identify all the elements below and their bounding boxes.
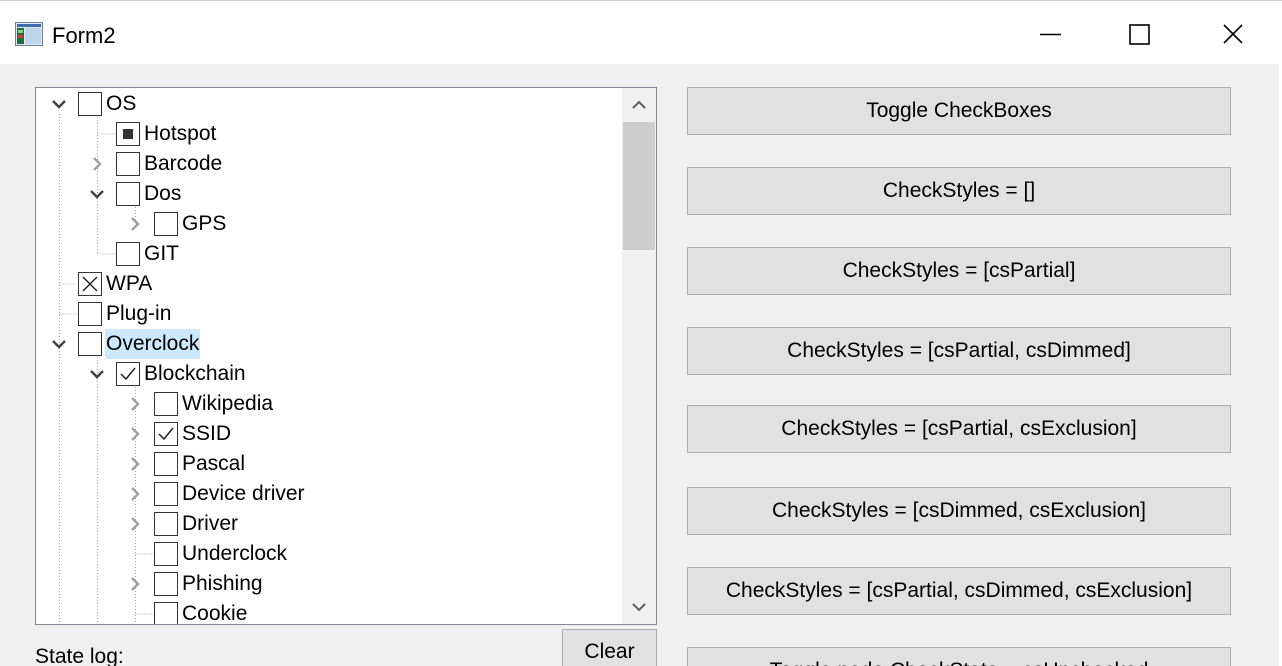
chevron-right-icon[interactable] [126, 569, 144, 599]
tree-node-label[interactable]: Dos [143, 179, 182, 209]
checkbox-excluded[interactable] [78, 272, 102, 296]
tree-node-label[interactable]: Hotspot [143, 119, 217, 149]
checkbox-unchecked[interactable] [154, 512, 178, 536]
tree-node-barcode[interactable]: Barcode [36, 149, 622, 179]
checkstyles-dimmed-exclusion-button[interactable]: CheckStyles = [csDimmed, csExclusion] [687, 487, 1231, 535]
scroll-up-button[interactable] [622, 88, 656, 122]
state-log-label: State log: [35, 645, 124, 666]
tree-node-phishing[interactable]: Phishing [36, 569, 622, 599]
chevron-right-icon[interactable] [126, 449, 144, 479]
window-title: Form2 [52, 23, 116, 48]
tree-node-device-driver[interactable]: Device driver [36, 479, 622, 509]
tree-node-label[interactable]: Blockchain [143, 359, 247, 389]
tree-node-label[interactable]: Overclock [105, 329, 201, 359]
checkbox-unchecked[interactable] [78, 92, 102, 116]
tree-node-git[interactable]: GIT [36, 239, 622, 269]
scroll-down-button[interactable] [622, 590, 656, 624]
tree-node-dos[interactable]: Dos [36, 179, 622, 209]
tree-node-wpa[interactable]: WPA [36, 269, 622, 299]
tree-node-pascal[interactable]: Pascal [36, 449, 622, 479]
checkbox-unchecked[interactable] [116, 242, 140, 266]
chevron-right-icon[interactable] [126, 389, 144, 419]
checkbox-unchecked[interactable] [78, 302, 102, 326]
tree-node-os[interactable]: OS [36, 89, 622, 119]
title-bar[interactable]: Form2 [0, 0, 1282, 64]
tree-node-label[interactable]: Driver [181, 509, 239, 539]
tree-node-plug-in[interactable]: Plug-in [36, 299, 622, 329]
tree-node-label[interactable]: Cookie [181, 599, 248, 624]
close-button[interactable] [1186, 1, 1278, 65]
tree-node-hotspot[interactable]: Hotspot [36, 119, 622, 149]
checkstyles-all-button[interactable]: CheckStyles = [csPartial, csDimmed, csEx… [687, 567, 1231, 615]
tree-node-label[interactable]: OS [105, 89, 137, 119]
checkbox-checked[interactable] [116, 362, 140, 386]
tree-view[interactable]: OS Hotspot Barcode Dos GPS GIT WPA Plug-in Overc… [35, 87, 657, 625]
tree-node-label[interactable]: Underclock [181, 539, 288, 569]
chevron-right-icon[interactable] [126, 509, 144, 539]
vertical-scrollbar[interactable] [622, 88, 656, 624]
app-icon [15, 22, 43, 46]
toggle-checkboxes-button[interactable]: Toggle CheckBoxes [687, 87, 1231, 135]
checkbox-unchecked[interactable] [154, 602, 178, 624]
checkbox-unchecked[interactable] [154, 482, 178, 506]
chevron-right-icon[interactable] [126, 419, 144, 449]
maximize-button[interactable] [1094, 1, 1186, 65]
checkbox-unchecked[interactable] [154, 212, 178, 236]
checkstyles-partial-exclusion-button[interactable]: CheckStyles = [csPartial, csExclusion] [687, 405, 1231, 453]
chevron-down-icon[interactable] [50, 89, 68, 119]
checkbox-checked[interactable] [154, 422, 178, 446]
checkstyles-partial-dimmed-button[interactable]: CheckStyles = [csPartial, csDimmed] [687, 327, 1231, 375]
tree-node-label[interactable]: GIT [143, 239, 180, 269]
toggle-checkstate-button[interactable]: Toggle node.CheckState = csUnchecked [687, 647, 1231, 666]
tree-node-wikipedia[interactable]: Wikipedia [36, 389, 622, 419]
checkstyles-partial-button[interactable]: CheckStyles = [csPartial] [687, 247, 1231, 295]
chevron-down-icon[interactable] [50, 329, 68, 359]
tree-node-blockchain[interactable]: Blockchain [36, 359, 622, 389]
tree-node-label[interactable]: GPS [181, 209, 227, 239]
chevron-down-icon[interactable] [88, 179, 106, 209]
minimize-button[interactable] [1002, 1, 1094, 65]
chevron-down-icon[interactable] [88, 359, 106, 389]
tree-node-label[interactable]: Barcode [143, 149, 223, 179]
tree-node-ssid[interactable]: SSID [36, 419, 622, 449]
checkbox-unchecked[interactable] [154, 572, 178, 596]
tree-node-underclock[interactable]: Underclock [36, 539, 622, 569]
tree-node-overclock[interactable]: Overclock [36, 329, 622, 359]
checkbox-unchecked[interactable] [116, 152, 140, 176]
checkbox-unchecked[interactable] [154, 452, 178, 476]
checkbox-unchecked[interactable] [154, 542, 178, 566]
chevron-right-icon[interactable] [88, 149, 106, 179]
checkstyles-empty-button[interactable]: CheckStyles = [] [687, 167, 1231, 215]
checkbox-partial[interactable] [116, 122, 140, 146]
chevron-down-icon [632, 603, 646, 612]
tree-node-label[interactable]: Plug-in [105, 299, 172, 329]
tree-node-cookie[interactable]: Cookie [36, 599, 622, 624]
chevron-right-icon[interactable] [126, 479, 144, 509]
tree-node-label[interactable]: Phishing [181, 569, 264, 599]
scroll-thumb[interactable] [623, 122, 655, 250]
tree-node-driver[interactable]: Driver [36, 509, 622, 539]
checkbox-unchecked[interactable] [154, 392, 178, 416]
minimize-icon [1040, 33, 1061, 36]
chevron-right-icon[interactable] [126, 209, 144, 239]
tree-node-gps[interactable]: GPS [36, 209, 622, 239]
tree-node-label[interactable]: SSID [181, 419, 232, 449]
checkbox-unchecked[interactable] [78, 332, 102, 356]
chevron-up-icon [632, 100, 646, 109]
clear-button[interactable]: Clear [562, 629, 657, 666]
tree-node-label[interactable]: Wikipedia [181, 389, 274, 419]
tree-node-label[interactable]: Pascal [181, 449, 246, 479]
tree-node-label[interactable]: Device driver [181, 479, 306, 509]
maximize-icon [1129, 24, 1150, 45]
close-icon [1223, 24, 1243, 44]
form2-window: Form2 OS Hotspot Barcode Dos GPS GIT WPA… [0, 0, 1282, 666]
tree-node-label[interactable]: WPA [105, 269, 153, 299]
checkbox-unchecked[interactable] [116, 182, 140, 206]
